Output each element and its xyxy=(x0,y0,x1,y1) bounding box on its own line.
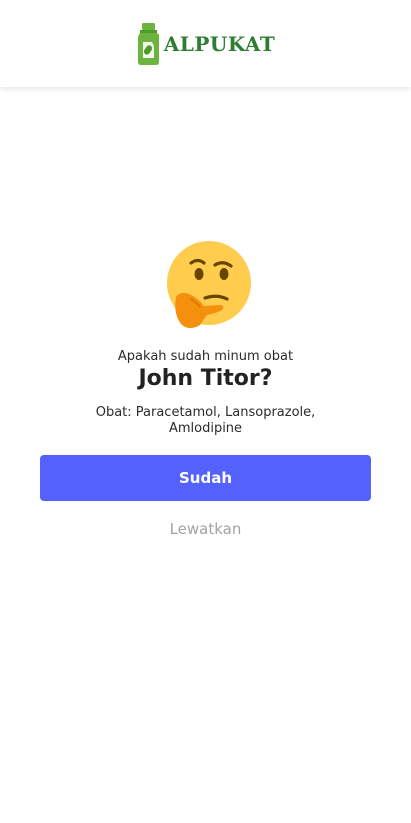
reminder-question: Apakah sudah minum obat xyxy=(117,349,294,364)
brand-logo: ALPUKAT xyxy=(136,22,275,66)
brand-name: ALPUKAT xyxy=(163,31,276,56)
medication-reminder: Apakah sudah minum obat John Titor? Obat… xyxy=(0,87,411,823)
medicine-list-line-1: Obat: Paracetamol, Lansoprazole, xyxy=(95,405,316,420)
patient-name: John Titor? xyxy=(138,366,273,391)
app-header: ALPUKAT xyxy=(0,0,411,87)
medicine-list-line-2: Amlodipine xyxy=(168,421,243,436)
skip-button[interactable]: Lewatkan xyxy=(150,517,261,541)
medicine-list: Obat: Paracetamol, Lansoprazole, Amlodip… xyxy=(95,405,316,437)
thinking-face-icon xyxy=(167,241,251,328)
done-button[interactable]: Sudah xyxy=(40,455,371,501)
medicine-bottle-icon xyxy=(137,22,159,65)
